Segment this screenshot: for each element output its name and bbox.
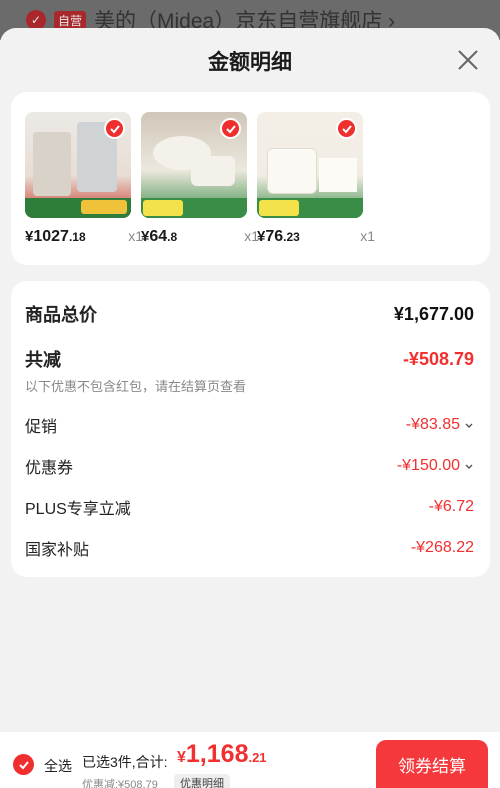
discount-label: PLUS专享立减 [25,501,131,518]
product-list: ¥1027.18 x1 ¥64.8 x1 ¥ 76 .23 x1 [11,92,490,265]
discount-value: -¥268.22 [410,539,474,556]
product-price: ¥1027.18 [25,228,86,245]
product-check-icon[interactable] [104,118,125,139]
amount-detail-sheet: 金额明细 ¥1027.18 x1 ¥ 64 .8 x1 ¥ 76 .23 x1 … [0,28,500,788]
discount-row-coupon[interactable]: 优惠券 -¥150.00 [25,454,474,478]
product-price: ¥76.23 [257,228,300,245]
checkout-bar: 全选 已选3件,合计: ¥1,168.21 优惠减:¥508.79 优惠明细 领… [0,732,500,788]
saved-amount: 优惠减:¥508.79 [82,779,158,788]
selected-count-text: 已选3件,合计: [82,754,168,770]
product-item[interactable]: ¥76.23 x1 [257,112,375,246]
product-thumbnail[interactable] [257,112,363,218]
discount-note: 以下优惠不包含红包，请在结算页查看 [25,379,247,394]
select-all-label[interactable]: 全选 [44,756,72,776]
store-badge: 自营 [54,10,87,30]
chevron-down-icon[interactable] [464,420,474,430]
discount-row-plus: PLUS专享立减 -¥6.72 [25,495,474,519]
store-check-icon: ✓ [26,10,46,30]
goods-total-value: ¥1,677.00 [393,303,474,324]
product-check-icon[interactable] [336,118,357,139]
product-price: ¥64.8 [141,228,178,245]
total-price: ¥1,168.21 [177,740,267,768]
close-icon[interactable] [456,48,480,72]
discount-value: -¥150.00 [397,457,474,475]
product-thumbnail[interactable] [25,112,131,218]
goods-total-label: 商品总价 [25,305,97,325]
sheet-title: 金额明细 [208,51,292,74]
price-summary: 商品总价 ¥1,677.00 共减 -¥508.79 以下优惠不包含红包，请在结… [11,281,490,577]
discount-total-value: -¥508.79 [402,348,474,369]
select-all-check-icon[interactable] [13,754,34,775]
product-thumbnail[interactable] [141,112,247,218]
discount-total-row: 共减 -¥508.79 [25,346,474,372]
discount-detail-button[interactable]: 优惠明细 [174,774,230,788]
discount-total-label: 共减 [25,350,61,370]
product-item[interactable]: ¥64.8 x1 [141,112,259,246]
discount-row-subsidy: 国家补贴 -¥268.22 [25,536,474,560]
discount-row-promotion[interactable]: 促销 -¥83.85 [25,413,474,437]
discount-label: 国家补贴 [25,542,90,559]
product-check-icon[interactable] [220,118,241,139]
discount-label: 促销 [25,419,58,436]
goods-total-row: 商品总价 ¥1,677.00 [25,301,474,327]
discount-value: -¥83.85 [406,416,474,434]
product-quantity: x1 [360,228,375,244]
chevron-down-icon[interactable] [464,461,474,471]
discount-label: 优惠券 [25,460,74,477]
discount-value: -¥6.72 [428,498,474,515]
product-item[interactable]: ¥1027.18 x1 [25,112,143,246]
checkout-button[interactable]: 领券结算 [376,740,488,788]
